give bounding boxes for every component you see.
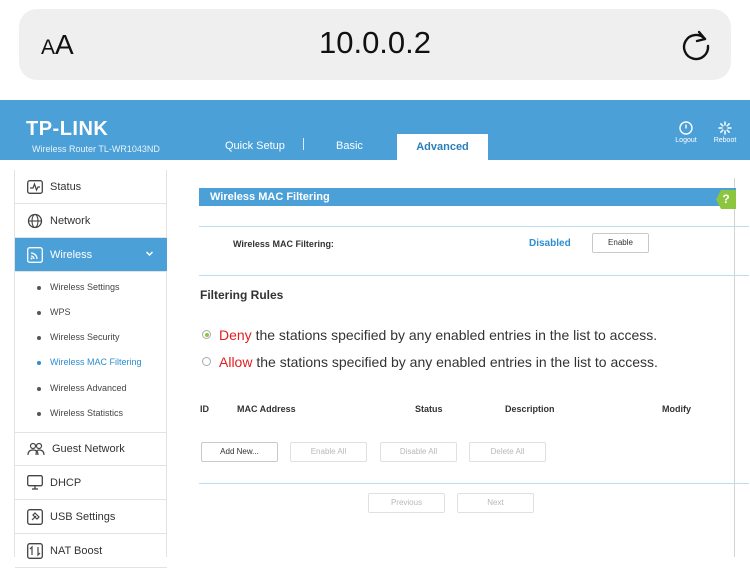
bullet-icon xyxy=(37,360,41,365)
sidebar-subitem-wireless-settings[interactable]: Wireless Settings xyxy=(37,282,120,292)
column-header-mac-address: MAC Address xyxy=(237,404,296,414)
tab-divider xyxy=(303,138,304,150)
bullet-icon xyxy=(37,310,41,315)
enable-button[interactable]: Enable xyxy=(592,233,649,253)
section-header: Wireless MAC Filtering xyxy=(199,188,736,206)
wireless-icon xyxy=(27,246,43,263)
reboot-icon xyxy=(718,121,732,135)
reboot-button[interactable]: Reboot xyxy=(705,121,745,144)
logout-button[interactable]: Logout xyxy=(666,121,706,144)
reload-icon[interactable] xyxy=(679,28,713,62)
bullet-icon xyxy=(37,285,41,290)
divider xyxy=(199,483,749,484)
filtering-rules-title: Filtering Rules xyxy=(200,288,284,302)
address-bar[interactable]: AA 10.0.0.2 xyxy=(19,9,731,80)
add-new-button[interactable]: Add New... xyxy=(201,442,278,462)
sidebar: Status Network Wireless Wireless Setting… xyxy=(14,170,167,568)
nat-icon xyxy=(27,542,43,559)
rule-deny-option[interactable]: Deny the stations specified by any enabl… xyxy=(202,327,657,343)
disable-all-button[interactable]: Disable All xyxy=(380,442,457,462)
sidebar-item-network[interactable]: Network xyxy=(15,204,167,238)
status-icon xyxy=(27,179,43,194)
bullet-icon xyxy=(37,335,41,340)
divider xyxy=(199,226,749,227)
mac-filtering-label: Wireless MAC Filtering: xyxy=(233,239,334,249)
browser-toolbar: AA 10.0.0.2 xyxy=(0,0,750,100)
sidebar-subitem-wireless-advanced[interactable]: Wireless Advanced xyxy=(37,383,127,393)
sidebar-item-dhcp[interactable]: DHCP xyxy=(15,466,167,500)
url-text[interactable]: 10.0.0.2 xyxy=(19,25,731,61)
sidebar-subitem-wireless-security[interactable]: Wireless Security xyxy=(37,332,120,342)
sidebar-item-guest-network[interactable]: Guest Network xyxy=(15,432,167,466)
previous-button[interactable]: Previous xyxy=(368,493,445,513)
column-header-modify: Modify xyxy=(662,404,691,414)
sidebar-subitem-wireless-statistics[interactable]: Wireless Statistics xyxy=(37,408,123,418)
rule-allow-option[interactable]: Allow the stations specified by any enab… xyxy=(202,354,658,370)
usb-icon xyxy=(27,508,43,525)
divider xyxy=(199,275,749,276)
globe-icon xyxy=(27,213,43,228)
router-model: Wireless Router TL-WR1043ND xyxy=(32,144,160,154)
enable-all-button[interactable]: Enable All xyxy=(290,442,367,462)
sidebar-subitem-wireless-mac-filtering[interactable]: Wireless MAC Filtering xyxy=(37,357,142,367)
radio-allow[interactable] xyxy=(202,357,211,366)
chevron-down-icon xyxy=(145,251,154,257)
sidebar-item-usb-settings[interactable]: USB Settings xyxy=(15,500,167,534)
radio-deny[interactable] xyxy=(202,330,211,339)
monitor-icon xyxy=(27,475,43,490)
bullet-icon xyxy=(37,386,41,391)
tab-advanced[interactable]: Advanced xyxy=(397,134,488,160)
tab-quick-setup[interactable]: Quick Setup xyxy=(225,140,285,152)
next-button[interactable]: Next xyxy=(457,493,534,513)
sidebar-item-wireless[interactable]: Wireless xyxy=(15,238,167,272)
power-icon xyxy=(679,121,693,135)
column-header-description: Description xyxy=(505,404,555,414)
sidebar-subitem-wps[interactable]: WPS xyxy=(37,307,71,317)
tab-basic[interactable]: Basic xyxy=(336,140,363,152)
tp-link-logo: TP-LINK xyxy=(26,118,109,140)
content-right-border xyxy=(734,178,735,557)
sidebar-item-status[interactable]: Status xyxy=(15,170,167,204)
delete-all-button[interactable]: Delete All xyxy=(469,442,546,462)
bullet-icon xyxy=(37,411,41,416)
column-header-status: Status xyxy=(415,404,443,414)
mac-filtering-status: Disabled xyxy=(529,238,571,249)
sidebar-item-nat-boost[interactable]: NAT Boost xyxy=(15,534,167,568)
router-header: TP-LINK Wireless Router TL-WR1043ND Quic… xyxy=(0,100,750,160)
column-header-id: ID xyxy=(200,404,209,414)
guest-icon xyxy=(27,442,45,456)
